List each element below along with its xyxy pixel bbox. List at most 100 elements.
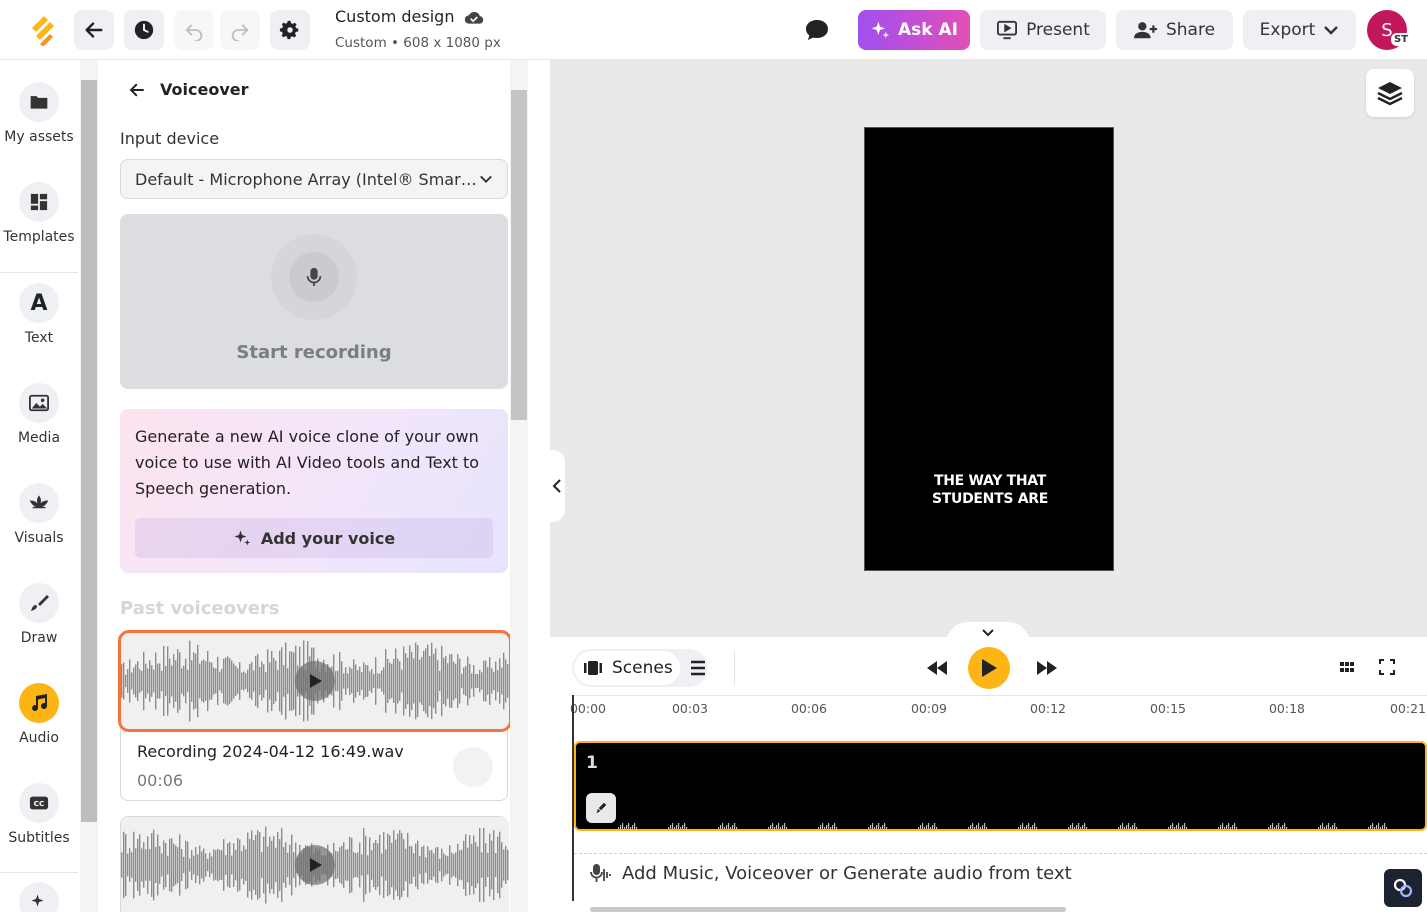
- rail-divider: [0, 272, 78, 273]
- chevron-down-icon: [1324, 26, 1339, 35]
- top-bar: Custom design Custom • 608 x 1080 px Ask…: [0, 0, 1427, 60]
- fast-forward-button[interactable]: [1026, 647, 1068, 689]
- rail-scrollbar[interactable]: [80, 60, 98, 912]
- tick-label: 00:00: [569, 701, 607, 716]
- panel-scrollbar[interactable]: [510, 60, 528, 912]
- input-device-value: Default - Microphone Array (Intel® Smart…: [135, 169, 479, 189]
- past-voiceovers-title: Past voiceovers: [120, 598, 280, 619]
- voiceover-card[interactable]: [120, 816, 509, 912]
- cc-icon: CC: [29, 796, 49, 810]
- scene-track[interactable]: 1: [574, 741, 1427, 831]
- rewind-icon: [927, 661, 947, 675]
- rail-item-subtitles[interactable]: CC Subtitles: [0, 783, 78, 846]
- rail-item-templates[interactable]: Templates: [0, 182, 78, 245]
- present-label: Present: [1026, 20, 1090, 40]
- audio-add-icon: [590, 863, 611, 882]
- voiceover-duration: 00:06: [137, 771, 184, 790]
- add-audio-row[interactable]: Add Music, Voiceover or Generate audio f…: [574, 853, 1427, 893]
- ask-ai-button[interactable]: Ask AI: [858, 10, 970, 50]
- chevron-down-icon: [480, 175, 492, 183]
- panel-header[interactable]: Voiceover: [128, 80, 248, 99]
- list-view-icon[interactable]: [690, 660, 706, 676]
- rail-divider: [0, 872, 78, 873]
- track-waveform: [618, 823, 1388, 829]
- rail-item-draw[interactable]: Draw: [0, 583, 78, 646]
- playback-controls: [916, 647, 1066, 689]
- play-icon: [982, 659, 997, 677]
- voiceover-card[interactable]: Recording 2024-04-12 16:49.wav 00:06: [118, 630, 510, 801]
- timeline-scrollbar[interactable]: [590, 907, 1066, 912]
- rail-label: Templates: [3, 229, 75, 245]
- add-your-voice-button[interactable]: Add your voice: [135, 518, 493, 558]
- tick-label: 00:15: [1149, 701, 1187, 716]
- history-button[interactable]: [124, 10, 164, 50]
- rail-label: Visuals: [14, 530, 64, 546]
- rail-scroll-thumb[interactable]: [81, 80, 97, 822]
- add-your-voice-label: Add your voice: [260, 528, 396, 548]
- play-icon: [310, 858, 322, 872]
- rail-item-my-assets[interactable]: My assets: [0, 82, 78, 145]
- scenes-label: Scenes: [612, 658, 673, 678]
- comments-button[interactable]: [800, 14, 834, 46]
- fast-forward-icon: [1037, 661, 1057, 675]
- gear-icon: [279, 20, 299, 40]
- document-title[interactable]: Custom design: [335, 7, 484, 26]
- panel-scroll-thumb[interactable]: [511, 90, 527, 420]
- rewind-button[interactable]: [916, 647, 958, 689]
- video-caption[interactable]: THE WAY THAT STUDENTS ARE: [865, 472, 1115, 508]
- microphone-icon: [306, 267, 322, 287]
- start-recording-button[interactable]: Start recording: [120, 214, 508, 389]
- rail-item-ai[interactable]: [0, 882, 78, 912]
- undo-icon: [185, 24, 203, 41]
- undo-button[interactable]: [174, 10, 214, 50]
- design-artboard[interactable]: THE WAY THAT STUDENTS ARE: [864, 127, 1114, 571]
- document-dimensions: Custom • 608 x 1080 px: [335, 35, 501, 51]
- help-widget-button[interactable]: [1384, 869, 1422, 907]
- folder-icon: [30, 96, 48, 109]
- scenes-view-button[interactable]: Scenes: [574, 651, 680, 685]
- export-button[interactable]: Export: [1243, 10, 1356, 50]
- rail-item-media[interactable]: Media: [0, 383, 78, 446]
- voiceover-waveform[interactable]: [121, 817, 509, 912]
- voiceover-waveform[interactable]: [118, 630, 510, 732]
- present-button[interactable]: Present: [980, 10, 1106, 50]
- rail-item-audio[interactable]: Audio: [0, 683, 78, 746]
- rail-label: Media: [17, 430, 61, 446]
- app-logo-icon[interactable]: [26, 14, 58, 46]
- input-device-select[interactable]: Default - Microphone Array (Intel® Smart…: [120, 159, 508, 199]
- play-voiceover-button[interactable]: [295, 661, 335, 701]
- back-button[interactable]: [74, 10, 114, 50]
- left-rail: My assets Templates A Text Media Visuals…: [0, 60, 80, 912]
- tick-label: 00:09: [910, 701, 948, 716]
- settings-button[interactable]: [270, 10, 310, 50]
- time-ruler[interactable]: 00:00 00:03 00:06 00:09 00:12 00:15 00:1…: [569, 695, 1427, 731]
- rail-item-visuals[interactable]: Visuals: [0, 483, 78, 546]
- play-voiceover-button[interactable]: [295, 845, 335, 885]
- link-icon: [1393, 878, 1413, 898]
- chevron-left-icon: [552, 479, 561, 493]
- toolbar-divider: [734, 651, 735, 685]
- timeline: Scenes 00:00 00:03 00:06 00:09 00:12 00:…: [550, 637, 1427, 912]
- redo-button[interactable]: [220, 10, 260, 50]
- user-avatar[interactable]: S ST: [1367, 10, 1411, 50]
- rail-item-text[interactable]: A Text: [0, 283, 78, 346]
- tick-label: 00:06: [790, 701, 828, 716]
- loading-spinner: [453, 747, 493, 787]
- tick-label: 00:03: [671, 701, 709, 716]
- arrow-left-icon: [129, 83, 144, 96]
- microphone-icon: [596, 802, 607, 814]
- scene-number: 1: [586, 753, 598, 773]
- share-button[interactable]: Share: [1116, 10, 1233, 50]
- monitor-icon: [997, 20, 1018, 40]
- layers-button[interactable]: [1366, 69, 1414, 117]
- fullscreen-icon[interactable]: [1379, 659, 1395, 675]
- svg-text:CC: CC: [34, 799, 45, 808]
- layers-icon: [1377, 82, 1403, 106]
- rail-label: Text: [24, 330, 54, 346]
- play-button[interactable]: [968, 647, 1010, 689]
- collapse-panel-button[interactable]: [549, 450, 565, 522]
- grid-view-icon[interactable]: [1339, 659, 1355, 675]
- tick-label: 00:18: [1268, 701, 1306, 716]
- sparkle-icon: [31, 894, 44, 907]
- track-voiceover-icon-button[interactable]: [586, 793, 616, 823]
